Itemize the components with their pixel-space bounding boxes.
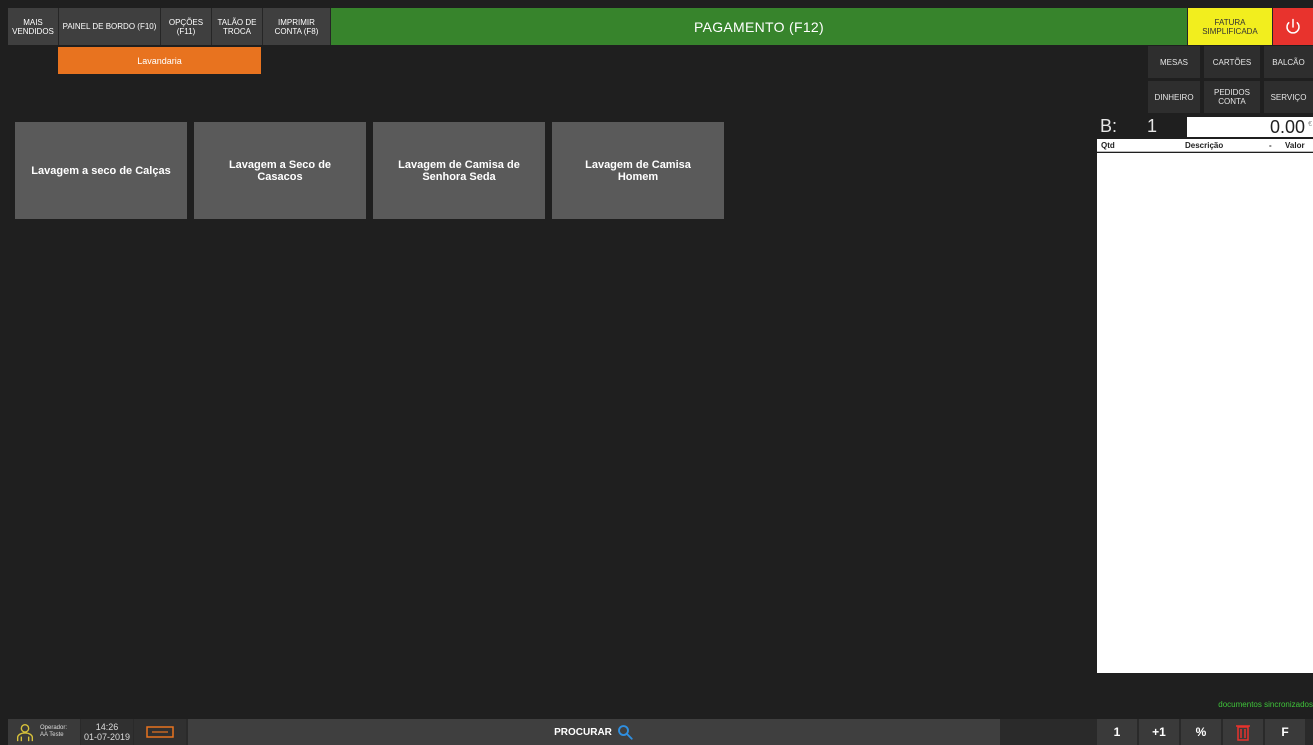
power-button[interactable] [1273,8,1313,45]
product-tile[interactable]: Lavagem a Seco de Casacos [194,122,366,219]
painel-bordo-button[interactable]: PAINEL DE BORDO (F10) [59,8,160,45]
date: 01-07-2019 [83,732,131,742]
datetime: 14:26 01-07-2019 [81,719,133,745]
pedidos-conta-button[interactable]: PEDIDOS CONTA [1204,81,1260,113]
qty-one-button[interactable]: 1 [1097,719,1137,745]
balcao-button[interactable]: BALCÃO [1264,46,1313,78]
cash-drawer-icon [146,726,174,738]
ticket-number: 1 [1147,116,1158,136]
operator-panel[interactable]: Operador: AA Teste [8,719,80,745]
sync-status: documentos sincronizados [1218,700,1313,709]
search-icon [617,725,633,740]
f-button[interactable]: F [1265,719,1305,745]
bottom-bar: Operador: AA Teste 14:26 01-07-2019 PROC… [8,719,1313,745]
percent-button[interactable]: % [1181,719,1221,745]
trash-icon [1236,725,1250,741]
plus-one-button[interactable]: +1 [1139,719,1179,745]
opcoes-button[interactable]: OPÇÕES (F11) [161,8,211,45]
ticket-label: B: [1100,116,1118,136]
delete-button[interactable] [1223,719,1263,745]
cash-drawer-button[interactable] [134,719,186,745]
ticket-columns: Qtd Descrição - Valor [1097,139,1313,152]
product-tile[interactable]: Lavagem de Camisa de Senhora Seda [373,122,545,219]
col-desc: Descrição [1185,141,1224,150]
time: 14:26 [95,722,119,732]
top-bar: MAIS VENDIDOS PAINEL DE BORDO (F10) OPÇÕ… [8,8,1313,45]
pagamento-button[interactable]: PAGAMENTO (F12) [331,8,1187,45]
col-value: Valor [1285,141,1305,150]
product-tile[interactable]: Lavagem de Camisa Homem [552,122,724,219]
imprimir-conta-button[interactable]: IMPRIMIR CONTA (F8) [263,8,330,45]
power-icon [1286,18,1300,34]
col-qty: Qtd [1101,141,1115,150]
talao-troca-button[interactable]: TALÃO DE TROCA [212,8,262,45]
ticket-total: 0.00 € [1187,117,1313,137]
operator-name: AA Teste [40,732,64,738]
cartoes-button[interactable]: CARTÕES [1204,46,1260,78]
category-lavandaria[interactable]: Lavandaria [58,47,261,74]
operator-icon [16,723,34,742]
col-dash: - [1269,141,1272,150]
search-button[interactable]: PROCURAR [188,719,1000,745]
dinheiro-button[interactable]: DINHEIRO [1148,81,1200,113]
mais-vendidos-button[interactable]: MAIS VENDIDOS [8,8,58,45]
operator-label: Operador: [40,725,68,731]
currency-symbol: € [1308,121,1312,128]
ticket-list[interactable] [1097,153,1313,673]
fatura-simplificada-button[interactable]: FATURA SIMPLIFICADA [1188,8,1272,45]
ticket-header: B: 1 0.00 € [1097,116,1313,138]
servico-button[interactable]: SERVIÇO [1264,81,1313,113]
product-tile[interactable]: Lavagem a seco de Calças [15,122,187,219]
mesas-button[interactable]: MESAS [1148,46,1200,78]
